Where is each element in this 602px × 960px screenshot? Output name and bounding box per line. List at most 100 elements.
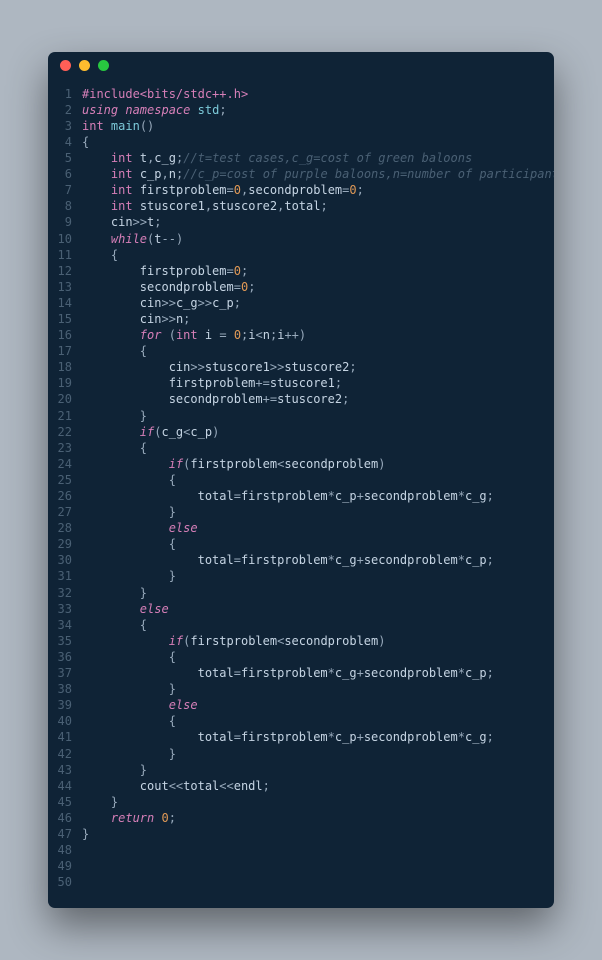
code-line: 33 else bbox=[54, 601, 544, 617]
code-line: 36 { bbox=[54, 649, 544, 665]
code-line: 46 return 0; bbox=[54, 810, 544, 826]
line-number: 2 bbox=[54, 102, 82, 118]
code-line: 1#include<bits/stdc++.h> bbox=[54, 86, 544, 102]
line-code: firstproblem+=stuscore1; bbox=[82, 375, 342, 391]
line-number: 15 bbox=[54, 311, 82, 327]
line-code: cin>>stuscore1>>stuscore2; bbox=[82, 359, 357, 375]
line-code: { bbox=[82, 472, 176, 488]
line-code: { bbox=[82, 649, 176, 665]
code-line: 27 } bbox=[54, 504, 544, 520]
line-code: cin>>n; bbox=[82, 311, 190, 327]
code-line: 21 } bbox=[54, 408, 544, 424]
line-code: using namespace std; bbox=[82, 102, 227, 118]
line-number: 50 bbox=[54, 874, 82, 890]
titlebar bbox=[48, 52, 554, 80]
code-line: 22 if(c_g<c_p) bbox=[54, 424, 544, 440]
code-line: 34 { bbox=[54, 617, 544, 633]
code-line: 6 int c_p,n;//c_p=cost of purple baloons… bbox=[54, 166, 544, 182]
line-number: 26 bbox=[54, 488, 82, 504]
code-line: 20 secondproblem+=stuscore2; bbox=[54, 391, 544, 407]
line-number: 44 bbox=[54, 778, 82, 794]
code-line: 10 while(t--) bbox=[54, 231, 544, 247]
line-code: secondproblem=0; bbox=[82, 279, 255, 295]
code-line: 26 total=firstproblem*c_p+secondproblem*… bbox=[54, 488, 544, 504]
line-number: 29 bbox=[54, 536, 82, 552]
line-code: if(firstproblem<secondproblem) bbox=[82, 456, 385, 472]
line-number: 33 bbox=[54, 601, 82, 617]
code-line: 37 total=firstproblem*c_g+secondproblem*… bbox=[54, 665, 544, 681]
line-number: 40 bbox=[54, 713, 82, 729]
line-number: 36 bbox=[54, 649, 82, 665]
code-line: 30 total=firstproblem*c_g+secondproblem*… bbox=[54, 552, 544, 568]
line-number: 11 bbox=[54, 247, 82, 263]
code-line: 5 int t,c_g;//t=test cases,c_g=cost of g… bbox=[54, 150, 544, 166]
code-line: 15 cin>>n; bbox=[54, 311, 544, 327]
line-code: { bbox=[82, 343, 147, 359]
line-number: 14 bbox=[54, 295, 82, 311]
minimize-icon[interactable] bbox=[79, 60, 90, 71]
code-line: 42 } bbox=[54, 746, 544, 762]
line-code: } bbox=[82, 794, 118, 810]
code-line: 28 else bbox=[54, 520, 544, 536]
line-code: #include<bits/stdc++.h> bbox=[82, 86, 248, 102]
zoom-icon[interactable] bbox=[98, 60, 109, 71]
code-line: 38 } bbox=[54, 681, 544, 697]
code-area: 1#include<bits/stdc++.h>2using namespace… bbox=[48, 80, 554, 909]
line-code: } bbox=[82, 762, 147, 778]
code-line: 31 } bbox=[54, 568, 544, 584]
line-code: } bbox=[82, 408, 147, 424]
line-number: 18 bbox=[54, 359, 82, 375]
line-number: 21 bbox=[54, 408, 82, 424]
line-code: firstproblem=0; bbox=[82, 263, 248, 279]
code-line: 45 } bbox=[54, 794, 544, 810]
line-number: 48 bbox=[54, 842, 82, 858]
code-line: 49 bbox=[54, 858, 544, 874]
line-number: 45 bbox=[54, 794, 82, 810]
line-code: cin>>t; bbox=[82, 214, 162, 230]
line-number: 39 bbox=[54, 697, 82, 713]
line-number: 38 bbox=[54, 681, 82, 697]
code-line: 2using namespace std; bbox=[54, 102, 544, 118]
line-code: int stuscore1,stuscore2,total; bbox=[82, 198, 328, 214]
code-line: 32 } bbox=[54, 585, 544, 601]
code-line: 41 total=firstproblem*c_p+secondproblem*… bbox=[54, 729, 544, 745]
line-code: total=firstproblem*c_g+secondproblem*c_p… bbox=[82, 665, 494, 681]
line-code: } bbox=[82, 504, 176, 520]
line-number: 12 bbox=[54, 263, 82, 279]
line-code: if(c_g<c_p) bbox=[82, 424, 219, 440]
line-code: else bbox=[82, 520, 198, 536]
code-line: 9 cin>>t; bbox=[54, 214, 544, 230]
line-code: while(t--) bbox=[82, 231, 183, 247]
close-icon[interactable] bbox=[60, 60, 71, 71]
line-number: 10 bbox=[54, 231, 82, 247]
code-line: 24 if(firstproblem<secondproblem) bbox=[54, 456, 544, 472]
line-code: } bbox=[82, 585, 147, 601]
code-window: 1#include<bits/stdc++.h>2using namespace… bbox=[48, 52, 554, 909]
line-number: 46 bbox=[54, 810, 82, 826]
code-line: 7 int firstproblem=0,secondproblem=0; bbox=[54, 182, 544, 198]
code-line: 3int main() bbox=[54, 118, 544, 134]
code-line: 8 int stuscore1,stuscore2,total; bbox=[54, 198, 544, 214]
line-number: 35 bbox=[54, 633, 82, 649]
line-code: { bbox=[82, 536, 176, 552]
code-line: 13 secondproblem=0; bbox=[54, 279, 544, 295]
line-number: 6 bbox=[54, 166, 82, 182]
line-number: 43 bbox=[54, 762, 82, 778]
line-number: 34 bbox=[54, 617, 82, 633]
code-line: 48 bbox=[54, 842, 544, 858]
code-line: 40 { bbox=[54, 713, 544, 729]
line-number: 1 bbox=[54, 86, 82, 102]
line-number: 13 bbox=[54, 279, 82, 295]
code-line: 16 for (int i = 0;i<n;i++) bbox=[54, 327, 544, 343]
code-line: 23 { bbox=[54, 440, 544, 456]
code-line: 18 cin>>stuscore1>>stuscore2; bbox=[54, 359, 544, 375]
line-code: for (int i = 0;i<n;i++) bbox=[82, 327, 306, 343]
line-number: 49 bbox=[54, 858, 82, 874]
line-number: 16 bbox=[54, 327, 82, 343]
line-number: 28 bbox=[54, 520, 82, 536]
line-number: 3 bbox=[54, 118, 82, 134]
code-line: 17 { bbox=[54, 343, 544, 359]
line-code: cout<<total<<endl; bbox=[82, 778, 270, 794]
line-number: 20 bbox=[54, 391, 82, 407]
line-code: { bbox=[82, 617, 147, 633]
